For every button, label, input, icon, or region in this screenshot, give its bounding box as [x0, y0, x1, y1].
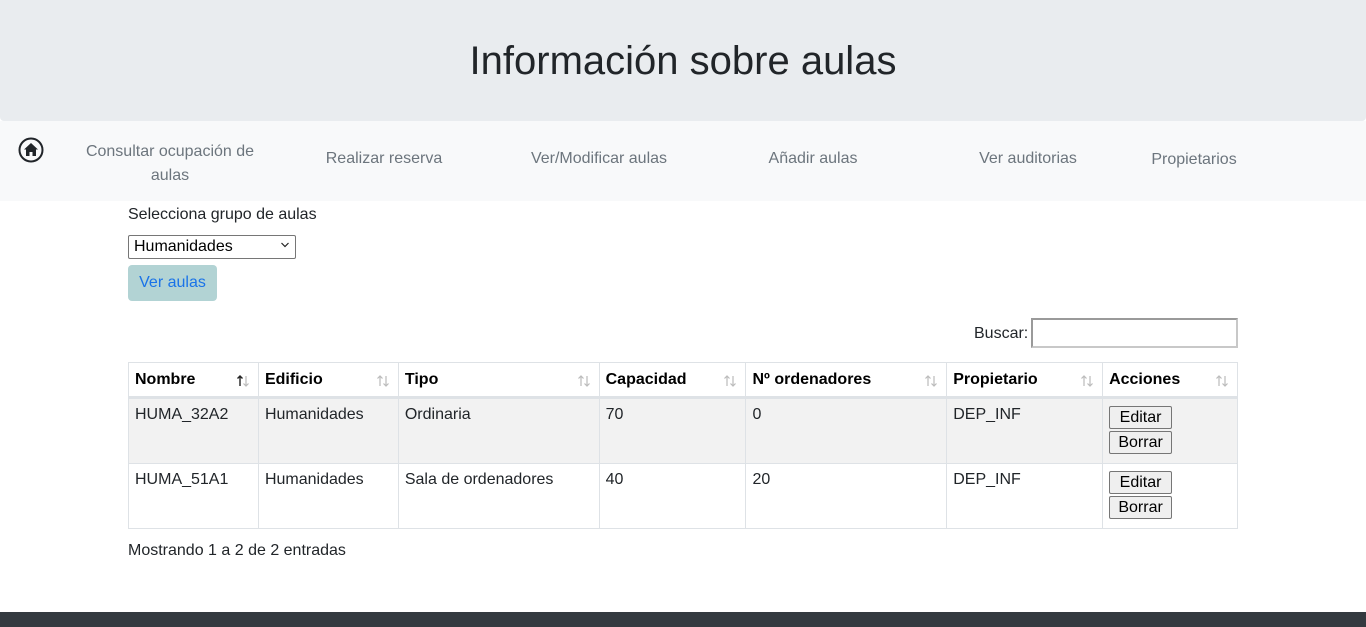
- sort-icon: [577, 375, 590, 387]
- nav-realizar-reserva[interactable]: Realizar reserva: [300, 147, 468, 171]
- sort-icon: [376, 375, 389, 387]
- aulas-table: Nombre Edificio Tipo Capacidad Nº ordena…: [128, 362, 1238, 529]
- cell-ordenadores: 0: [745, 397, 948, 464]
- nav-ver-auditorias[interactable]: Ver auditorias: [960, 147, 1096, 171]
- table-header-row: Nombre Edificio Tipo Capacidad Nº ordena…: [128, 362, 1238, 399]
- nav-consultar-ocupacion[interactable]: Consultar ocupación de aulas: [80, 140, 260, 188]
- search-label: Buscar:: [974, 325, 1029, 342]
- column-header-capacidad[interactable]: Capacidad: [598, 362, 747, 399]
- page-title: Información sobre aulas: [469, 39, 897, 83]
- chevron-down-icon: [281, 242, 289, 248]
- column-header-propietario[interactable]: Propietario: [946, 362, 1104, 399]
- table-row: HUMA_32A2 Humanidades Ordinaria 70 0 DEP…: [128, 397, 1238, 464]
- cell-propietario: DEP_INF: [946, 463, 1104, 529]
- sort-icon: [1216, 375, 1228, 387]
- cell-ordenadores: 20: [745, 463, 948, 529]
- cell-acciones: Editar Borrar: [1102, 397, 1238, 464]
- cell-tipo: Sala de ordenadores: [397, 463, 600, 529]
- footer: [0, 612, 1366, 627]
- column-header-edificio[interactable]: Edificio: [257, 362, 399, 399]
- nav-propietarios[interactable]: Propietarios: [1138, 148, 1250, 172]
- cell-nombre: HUMA_51A1: [128, 463, 259, 529]
- nav-anadir-aulas[interactable]: Añadir aulas: [740, 147, 886, 171]
- sort-icon: [925, 375, 938, 387]
- sort-icon: [1081, 375, 1094, 387]
- sort-icon: [724, 375, 737, 387]
- page-header: Información sobre aulas: [0, 0, 1366, 121]
- cell-capacidad: 40: [598, 463, 747, 529]
- column-header-tipo[interactable]: Tipo: [397, 362, 600, 399]
- group-select-label: Selecciona grupo de aulas: [128, 206, 317, 223]
- table-row: HUMA_51A1 Humanidades Sala de ordenadore…: [128, 463, 1238, 529]
- cell-capacidad: 70: [598, 397, 747, 464]
- group-select-value: Humanidades: [134, 238, 233, 255]
- cell-edificio: Humanidades: [257, 463, 399, 529]
- nav-ver-modificar-aulas[interactable]: Ver/Modificar aulas: [510, 147, 688, 171]
- cell-edificio: Humanidades: [257, 397, 399, 464]
- home-icon[interactable]: [18, 137, 44, 163]
- column-header-nombre[interactable]: Nombre: [128, 362, 259, 399]
- column-header-acciones[interactable]: Acciones: [1102, 362, 1238, 399]
- search-input[interactable]: [1031, 318, 1238, 348]
- edit-button[interactable]: Editar: [1109, 406, 1173, 429]
- edit-button[interactable]: Editar: [1109, 471, 1173, 494]
- cell-nombre: HUMA_32A2: [128, 397, 259, 464]
- cell-acciones: Editar Borrar: [1102, 463, 1238, 529]
- cell-tipo: Ordinaria: [397, 397, 600, 464]
- column-header-ordenadores[interactable]: Nº ordenadores: [745, 362, 948, 399]
- group-select[interactable]: Humanidades: [128, 235, 296, 259]
- ver-aulas-button[interactable]: Ver aulas: [128, 265, 217, 301]
- delete-button[interactable]: Borrar: [1109, 431, 1173, 454]
- delete-button[interactable]: Borrar: [1109, 496, 1173, 519]
- table-info: Mostrando 1 a 2 de 2 entradas: [128, 542, 346, 559]
- sort-asc-icon: [236, 375, 249, 387]
- cell-propietario: DEP_INF: [946, 397, 1104, 464]
